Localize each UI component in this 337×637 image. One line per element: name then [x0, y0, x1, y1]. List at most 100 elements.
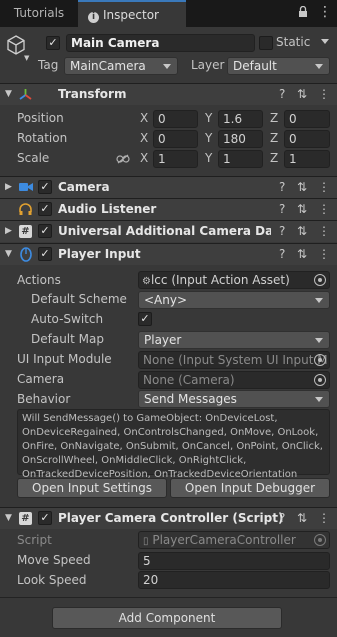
rotation-z-field[interactable]: 0 — [284, 130, 330, 148]
tag-dropdown[interactable]: MainCamera — [64, 57, 178, 75]
script-label: Script — [17, 533, 52, 547]
input-action-asset-icon: ⚙ — [142, 276, 151, 287]
player-camera-controller-header[interactable]: ▼ # ✓ Player Camera Controller (Script) … — [0, 507, 337, 529]
foldout-arrow-icon[interactable]: ▼ — [5, 249, 12, 259]
help-icon[interactable]: ? — [279, 87, 285, 101]
object-picker-icon[interactable] — [314, 274, 326, 286]
urp-enabled-checkbox[interactable]: ✓ — [38, 224, 52, 238]
foldout-arrow-icon[interactable]: ▶ — [5, 226, 12, 236]
help-icon[interactable]: ? — [279, 180, 285, 194]
scale-y-field[interactable]: 1 — [218, 150, 263, 168]
script-icon: # — [19, 512, 32, 525]
object-picker-icon[interactable] — [314, 374, 326, 386]
component-menu-icon[interactable]: ⋮ — [318, 180, 330, 194]
auto-switch-label: Auto-Switch — [31, 312, 104, 326]
lock-icon[interactable] — [298, 5, 308, 18]
component-menu-icon[interactable]: ⋮ — [318, 87, 330, 101]
foldout-arrow-icon[interactable]: ▼ — [5, 89, 12, 99]
actions-field[interactable]: ⚙lcc (Input Action Asset) — [138, 271, 330, 289]
behavior-info-box: Will SendMessage() to GameObject: OnDevi… — [17, 409, 330, 480]
controller-enabled-checkbox[interactable]: ✓ — [38, 511, 52, 525]
active-checkbox[interactable]: ✓ — [46, 36, 60, 50]
tab-inspector[interactable]: i Inspector — [78, 0, 186, 27]
position-x-label[interactable]: X — [140, 111, 148, 125]
player-input-enabled-checkbox[interactable]: ✓ — [38, 247, 52, 261]
position-z-field[interactable]: 0 — [284, 110, 330, 128]
auto-switch-checkbox[interactable]: ✓ — [138, 312, 152, 326]
gameobject-icon-dropdown[interactable]: ▼ — [24, 54, 29, 62]
ui-input-module-field[interactable]: None (Input System UI Input M — [138, 351, 330, 369]
urp-camera-data-header[interactable]: ▶ # ✓ Universal Additional Camera Data (… — [0, 220, 337, 242]
default-map-dropdown[interactable]: Player — [138, 331, 330, 349]
preset-icon[interactable]: ⇅ — [297, 511, 307, 525]
scale-x-field[interactable]: 1 — [153, 150, 198, 168]
open-input-settings-button[interactable]: Open Input Settings — [17, 478, 167, 498]
foldout-arrow-icon[interactable]: ▼ — [5, 513, 12, 523]
transform-header[interactable]: ▼ Transform ? ⇅ ⋮ — [0, 83, 337, 105]
tab-bar: Tutorials i Inspector ⋮ — [0, 0, 337, 27]
help-icon[interactable]: ? — [279, 202, 285, 216]
rotation-x-field[interactable]: 0 — [153, 130, 198, 148]
headphones-icon — [18, 202, 33, 220]
constrain-proportions-icon[interactable] — [116, 153, 130, 167]
scale-z-label[interactable]: Z — [270, 151, 278, 165]
add-component-button[interactable]: Add Component — [52, 607, 282, 629]
position-y-field[interactable]: 1.6 — [218, 110, 263, 128]
open-input-debugger-button[interactable]: Open Input Debugger — [170, 478, 330, 498]
preset-icon[interactable]: ⇅ — [297, 202, 307, 216]
script-icon: # — [19, 225, 32, 238]
help-icon[interactable]: ? — [279, 247, 285, 261]
preset-icon[interactable]: ⇅ — [297, 180, 307, 194]
static-checkbox[interactable] — [259, 36, 273, 50]
info-icon: i — [88, 12, 99, 23]
scale-y-label[interactable]: Y — [205, 151, 212, 165]
position-y-label[interactable]: Y — [205, 111, 212, 125]
urp-camera-data-title: Universal Additional Camera Data (S — [58, 224, 271, 238]
audio-listener-header[interactable]: ✓ Audio Listener ? ⇅ ⋮ — [0, 198, 337, 220]
actions-label: Actions — [17, 273, 61, 287]
help-icon[interactable]: ? — [279, 224, 285, 238]
component-menu-icon[interactable]: ⋮ — [318, 202, 330, 216]
divider — [0, 597, 337, 598]
preset-icon[interactable]: ⇅ — [297, 224, 307, 238]
tag-label: Tag — [38, 58, 59, 72]
scale-label: Scale — [17, 151, 50, 165]
behavior-dropdown[interactable]: Send Messages — [138, 390, 330, 408]
scale-z-field[interactable]: 1 — [284, 150, 330, 168]
behavior-label: Behavior — [17, 392, 71, 406]
position-z-label[interactable]: Z — [270, 111, 278, 125]
object-picker-icon[interactable] — [314, 354, 326, 366]
rotation-y-field[interactable]: 180 — [218, 130, 263, 148]
scale-x-label[interactable]: X — [140, 151, 148, 165]
script-value: PlayerCameraController — [152, 533, 296, 547]
object-name-field[interactable]: Main Camera — [66, 34, 255, 52]
layer-dropdown[interactable]: Default — [227, 57, 330, 75]
rotation-z-label[interactable]: Z — [270, 131, 278, 145]
component-menu-icon[interactable]: ⋮ — [318, 224, 330, 238]
foldout-arrow-icon[interactable]: ▶ — [5, 182, 12, 192]
look-speed-field[interactable]: 20 — [138, 571, 330, 589]
rotation-x-label[interactable]: X — [140, 131, 148, 145]
tab-inspector-label: Inspector — [103, 8, 159, 22]
tab-tutorials[interactable]: Tutorials — [0, 0, 78, 27]
camera-icon — [18, 181, 34, 196]
rotation-y-label[interactable]: Y — [205, 131, 212, 145]
camera-component-header[interactable]: ▶ ✓ Camera ? ⇅ ⋮ — [0, 176, 337, 198]
camera-enabled-checkbox[interactable]: ✓ — [38, 180, 52, 194]
position-x-field[interactable]: 0 — [153, 110, 198, 128]
move-speed-field[interactable]: 5 — [138, 552, 330, 570]
preset-icon[interactable]: ⇅ — [297, 247, 307, 261]
component-menu-icon[interactable]: ⋮ — [318, 247, 330, 261]
position-label: Position — [17, 111, 64, 125]
component-menu-icon[interactable]: ⋮ — [318, 511, 330, 525]
static-dropdown-icon[interactable] — [321, 39, 329, 44]
audio-listener-enabled-checkbox[interactable]: ✓ — [38, 202, 52, 216]
layer-label: Layer — [191, 58, 225, 72]
player-input-title: Player Input — [58, 247, 141, 261]
camera-field[interactable]: None (Camera) — [138, 371, 330, 389]
player-input-header[interactable]: ▼ ✓ Player Input ? ⇅ ⋮ — [0, 243, 337, 265]
preset-icon[interactable]: ⇅ — [297, 87, 307, 101]
help-icon[interactable]: ? — [279, 511, 285, 525]
more-options-icon[interactable]: ⋮ — [318, 5, 332, 19]
default-scheme-dropdown[interactable]: <Any> — [138, 291, 330, 309]
